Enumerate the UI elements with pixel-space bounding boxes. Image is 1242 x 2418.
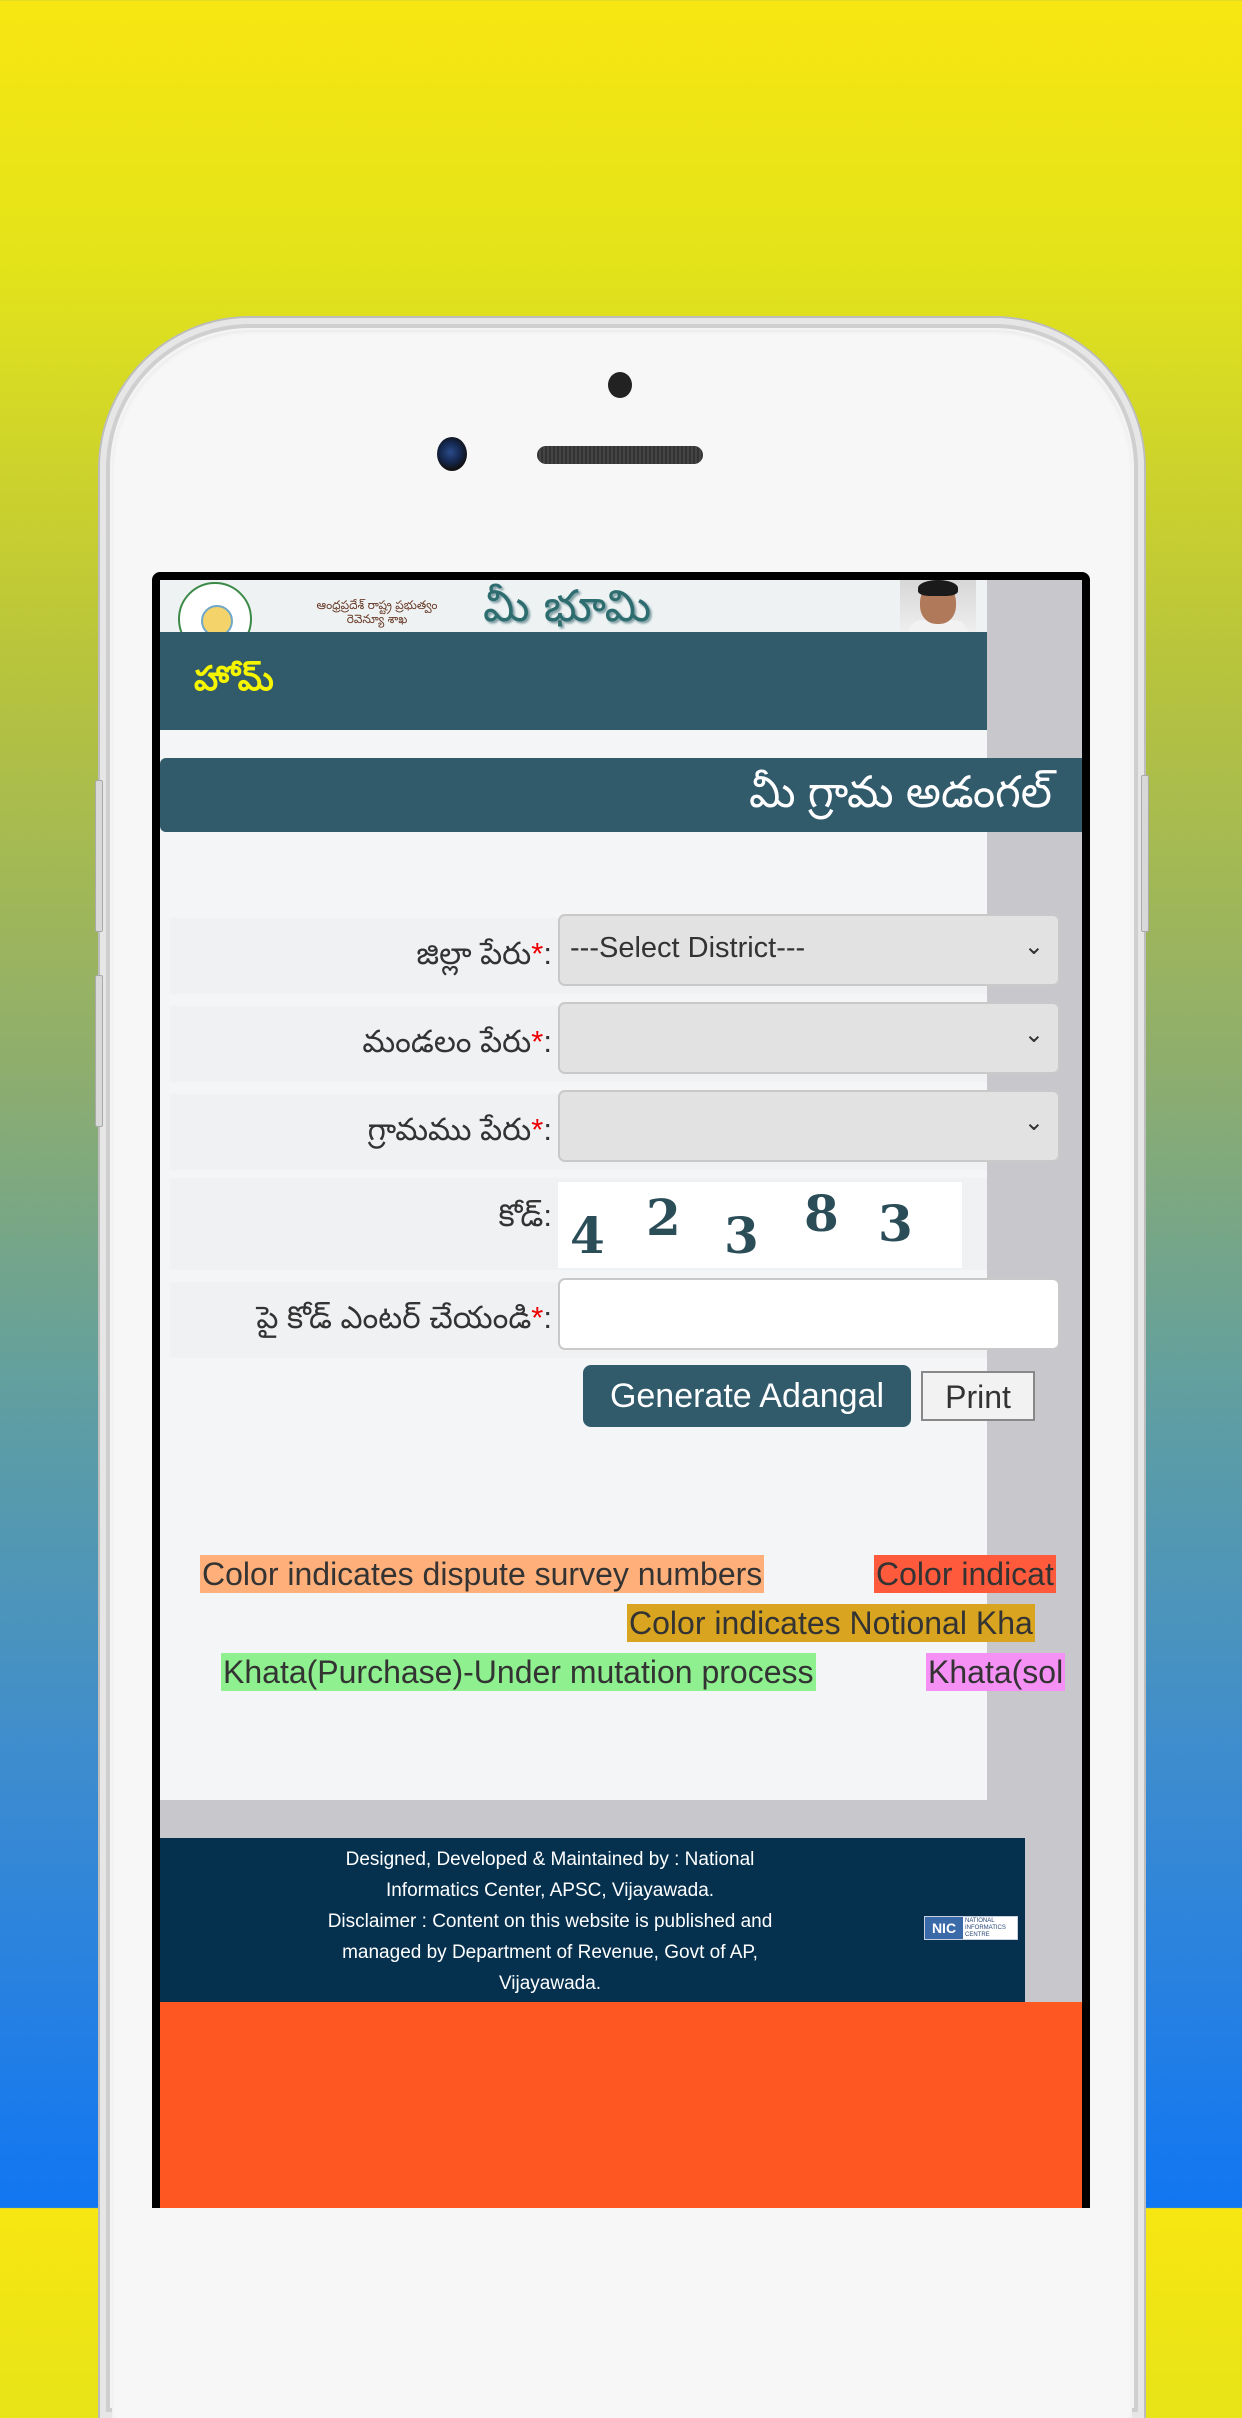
nav-bar: హోమ్ bbox=[160, 632, 987, 730]
department-name: రెవెన్యూ శాఖ bbox=[346, 612, 408, 626]
label-colon: : bbox=[543, 1300, 552, 1335]
cm-portrait bbox=[900, 580, 976, 632]
district-label-text: జిల్లా పేరు bbox=[416, 936, 532, 971]
captcha-code-input[interactable] bbox=[558, 1278, 1060, 1350]
mandal-select[interactable]: ⌄ bbox=[558, 1002, 1060, 1074]
proximity-sensor-icon bbox=[608, 372, 632, 398]
district-label: జిల్లా పేరు*: bbox=[416, 936, 552, 979]
captcha-digit: 3 bbox=[724, 1206, 759, 1265]
captcha-row: 4 2 3 8 3 bbox=[170, 1178, 987, 1270]
required-mark: * bbox=[531, 1112, 544, 1147]
enter-code-label-text: పై కోడ్ ఎంటర్ చేయండి bbox=[256, 1300, 532, 1335]
footer-line: Designed, Developed & Maintained by : Na… bbox=[345, 1849, 755, 1870]
required-mark: * bbox=[531, 1024, 544, 1059]
captcha-digit: 8 bbox=[804, 1184, 839, 1243]
site-brand: మీ భూమి bbox=[483, 581, 652, 632]
chevron-down-icon: ⌄ bbox=[1023, 1109, 1044, 1136]
phone-side-button-left-2 bbox=[95, 975, 103, 1127]
ap-emblem-icon bbox=[178, 582, 252, 632]
footer-line: Disclaimer : Content on this website is … bbox=[327, 1911, 773, 1932]
webview[interactable]: ఆంధ్రప్రదేశ్ రాష్ట్ర ప్రభుత్వం రెవెన్యూ … bbox=[160, 580, 1082, 2208]
phone-screen: ఆంధ్రప్రదేశ్ రాష్ట్ర ప్రభుత్వం రెవెన్యూ … bbox=[152, 572, 1090, 2208]
label-colon: : bbox=[543, 936, 552, 971]
chevron-down-icon: ⌄ bbox=[1023, 933, 1044, 960]
village-label: గ్రామము పేరు*: bbox=[368, 1112, 552, 1155]
gov-name: ఆంధ్రప్రదేశ్ రాష్ట్ర ప్రభుత్వం bbox=[316, 598, 438, 612]
phone-side-button-left-1 bbox=[95, 780, 103, 932]
label-colon: : bbox=[543, 1024, 552, 1059]
bottom-banner bbox=[160, 2002, 1082, 2208]
legend-notional-khata: Color indicates Notional Kha bbox=[627, 1604, 1035, 1642]
gov-department-text: ఆంధ్రప్రదేశ్ రాష్ట్ర ప్రభుత్వం రెవెన్యూ … bbox=[297, 598, 457, 626]
nic-logo-subtext: NATIONAL INFORMATICS CENTRE bbox=[965, 1918, 1006, 1938]
generate-adangal-button[interactable]: Generate Adangal bbox=[583, 1365, 911, 1427]
legend-sold: Khata(sol bbox=[926, 1653, 1066, 1691]
front-camera-icon bbox=[437, 437, 467, 471]
page-title-bar: మీ గ్రామ అడంగల్ bbox=[160, 758, 1082, 832]
footer-text: Designed, Developed & Maintained by : Na… bbox=[240, 1844, 860, 1999]
label-colon: : bbox=[543, 1112, 552, 1147]
village-label-text: గ్రామము పేరు bbox=[367, 1112, 532, 1147]
site-footer: Designed, Developed & Maintained by : Na… bbox=[160, 1838, 1025, 2002]
legend-red: Color indicat bbox=[874, 1555, 1056, 1593]
earpiece-speaker-icon bbox=[537, 446, 703, 464]
mandal-label: మండలం పేరు*: bbox=[362, 1024, 552, 1067]
nic-logo-icon: NIC NATIONAL INFORMATICS CENTRE bbox=[924, 1916, 1018, 1940]
chevron-down-icon: ⌄ bbox=[1023, 1021, 1044, 1048]
district-select[interactable]: ---Select District--- ⌄ bbox=[558, 914, 1060, 986]
phone-side-button-right bbox=[1141, 775, 1149, 932]
site-header: ఆంధ్రప్రదేశ్ రాష్ట్ర ప్రభుత్వం రెవెన్యూ … bbox=[160, 580, 987, 632]
captcha-digit: 4 bbox=[570, 1206, 605, 1265]
page-title: మీ గ్రామ అడంగల్ bbox=[749, 768, 1052, 817]
nic-logo-mark: NIC bbox=[925, 1917, 963, 1939]
legend-dispute: Color indicates dispute survey numbers bbox=[200, 1555, 765, 1593]
mandal-label-text: మండలం పేరు bbox=[362, 1024, 532, 1059]
legend-purchase-mutation: Khata(Purchase)-Under mutation process bbox=[221, 1653, 816, 1691]
required-mark: * bbox=[531, 1300, 544, 1335]
captcha-image: 4 2 3 8 3 bbox=[558, 1182, 962, 1268]
footer-line: Informatics Center, APSC, Vijayawada. bbox=[385, 1880, 715, 1901]
district-select-value: ---Select District--- bbox=[570, 932, 806, 964]
footer-line: managed by Department of Revenue, Govt o… bbox=[342, 1942, 758, 1963]
captcha-digit: 2 bbox=[646, 1188, 681, 1247]
portrait-hair bbox=[918, 580, 958, 596]
captcha-digit: 3 bbox=[878, 1194, 913, 1253]
village-select[interactable]: ⌄ bbox=[558, 1090, 1060, 1162]
enter-code-label: పై కోడ్ ఎంటర్ చేయండి*: bbox=[256, 1300, 552, 1343]
footer-line: Vijayawada. bbox=[498, 1973, 602, 1994]
nav-home-link[interactable]: హోమ్ bbox=[194, 660, 274, 707]
captcha-label: కోడ్: bbox=[498, 1198, 552, 1233]
required-mark: * bbox=[531, 936, 544, 971]
print-button[interactable]: Print bbox=[921, 1371, 1035, 1421]
